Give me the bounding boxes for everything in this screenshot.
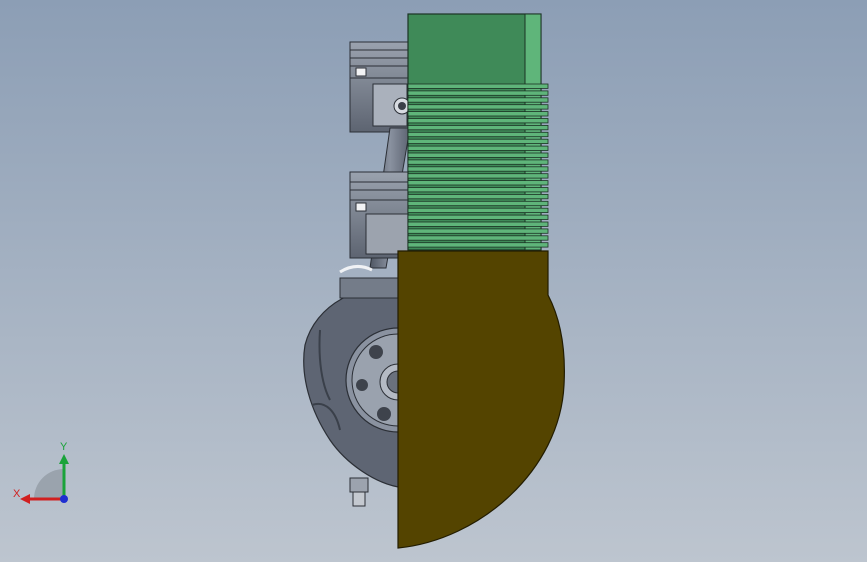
cooling-fin — [407, 111, 549, 117]
cooling-fin — [407, 207, 549, 213]
triad-plane — [34, 469, 64, 499]
cooling-fin — [407, 138, 549, 144]
cooling-fin — [407, 97, 549, 103]
cooling-fin — [407, 131, 549, 138]
cooling-fin — [407, 152, 549, 158]
cad-viewport[interactable]: Y X — [0, 0, 867, 562]
cooling-fin — [407, 83, 549, 89]
cooling-fin — [407, 221, 549, 227]
cooling-fin — [407, 242, 549, 248]
upper-piston-assembly — [349, 41, 411, 133]
cooling-fin — [407, 166, 549, 172]
cooling-fin — [407, 214, 549, 220]
x-axis-arrow — [20, 494, 30, 504]
z-axis-dot — [60, 495, 68, 503]
x-axis-label: X — [13, 488, 21, 500]
cooling-fin — [407, 159, 549, 165]
cooling-fin — [407, 145, 549, 151]
y-axis-label: Y — [60, 441, 68, 453]
cooling-fin — [407, 173, 549, 179]
engine-model[interactable] — [0, 0, 867, 562]
crankcase-cover — [397, 250, 565, 549]
cooling-fin — [407, 235, 549, 241]
cooling-fin — [407, 118, 549, 124]
cooling-fin — [407, 200, 549, 207]
y-axis-arrow — [59, 454, 69, 464]
cooling-fin — [407, 228, 549, 234]
cooling-fin — [407, 187, 549, 193]
cooling-fin — [407, 125, 549, 131]
orientation-triad: Y X — [13, 441, 69, 504]
cooling-fin — [407, 104, 549, 110]
cooling-fin — [407, 193, 549, 200]
cooling-fin — [407, 90, 549, 96]
cooling-fin — [407, 180, 549, 186]
